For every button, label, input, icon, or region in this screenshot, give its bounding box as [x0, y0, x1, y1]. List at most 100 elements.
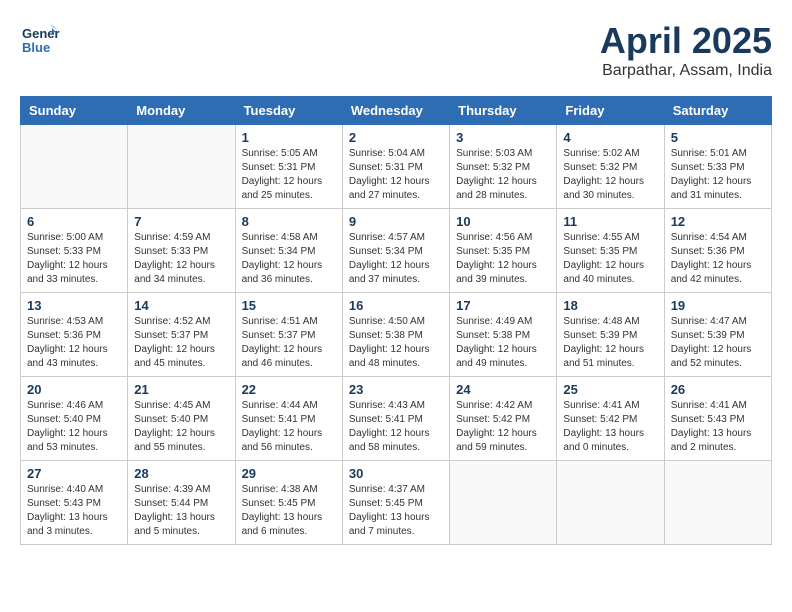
day-info: Sunrise: 4:49 AMSunset: 5:38 PMDaylight:…: [456, 315, 550, 371]
day-info: Sunrise: 4:54 AMSunset: 5:36 PMDaylight:…: [671, 231, 765, 287]
calendar-header-cell: Monday: [128, 97, 235, 125]
day-number: 14: [134, 298, 228, 313]
calendar-day-cell: 9Sunrise: 4:57 AMSunset: 5:34 PMDaylight…: [342, 209, 449, 293]
day-info: Sunrise: 4:51 AMSunset: 5:37 PMDaylight:…: [242, 315, 336, 371]
day-number: 4: [563, 130, 657, 145]
calendar-day-cell: 5 Sunrise: 5:01 AMSunset: 5:33 PMDaylight…: [664, 125, 771, 209]
calendar-day-cell: 12Sunrise: 4:54 AMSunset: 5:36 PMDayligh…: [664, 209, 771, 293]
day-number: 1: [242, 130, 336, 145]
calendar-day-cell: 25Sunrise: 4:41 AMSunset: 5:42 PMDayligh…: [557, 377, 664, 461]
calendar-day-cell: 26 Sunrise: 4:41 AMSunset: 5:43 PMDayligh…: [664, 377, 771, 461]
calendar-header-cell: Friday: [557, 97, 664, 125]
day-number: 27: [27, 466, 121, 481]
calendar-day-cell: 20 Sunrise: 4:46 AMSunset: 5:40 PMDayligh…: [21, 377, 128, 461]
day-number: 30: [349, 466, 443, 481]
calendar-week-row: 6 Sunrise: 5:00 AMSunset: 5:33 PMDaylight…: [21, 209, 772, 293]
calendar-day-cell: 17 Sunrise: 4:49 AMSunset: 5:38 PMDayligh…: [450, 293, 557, 377]
day-number: 10: [456, 214, 550, 229]
calendar-day-cell: [128, 125, 235, 209]
calendar-header-cell: Tuesday: [235, 97, 342, 125]
day-number: 24: [456, 382, 550, 397]
calendar-day-cell: 13Sunrise: 4:53 AMSunset: 5:36 PMDayligh…: [21, 293, 128, 377]
day-info: Sunrise: 4:50 AMSunset: 5:38 PMDaylight:…: [349, 315, 443, 371]
calendar-day-cell: 11 Sunrise: 4:55 AMSunset: 5:35 PMDayligh…: [557, 209, 664, 293]
day-number: 16: [349, 298, 443, 313]
calendar-day-cell: 1 Sunrise: 5:05 AMSunset: 5:31 PMDaylight…: [235, 125, 342, 209]
calendar-header-cell: Wednesday: [342, 97, 449, 125]
day-info: Sunrise: 5:03 AMSunset: 5:32 PMDaylight:…: [456, 147, 550, 203]
calendar-header-cell: Saturday: [664, 97, 771, 125]
calendar-day-cell: [557, 461, 664, 545]
calendar-day-cell: 23 Sunrise: 4:43 AMSunset: 5:41 PMDayligh…: [342, 377, 449, 461]
day-number: 19: [671, 298, 765, 313]
day-info: Sunrise: 4:58 AMSunset: 5:34 PMDaylight:…: [242, 231, 336, 287]
calendar-day-cell: 22Sunrise: 4:44 AMSunset: 5:41 PMDayligh…: [235, 377, 342, 461]
title-area: April 2025 Barpathar, Assam, India: [600, 20, 772, 80]
calendar-day-cell: 4 Sunrise: 5:02 AMSunset: 5:32 PMDaylight…: [557, 125, 664, 209]
calendar-day-cell: 30Sunrise: 4:37 AMSunset: 5:45 PMDayligh…: [342, 461, 449, 545]
day-info: Sunrise: 4:46 AMSunset: 5:40 PMDaylight:…: [27, 399, 121, 455]
svg-text:General: General: [22, 26, 60, 41]
day-info: Sunrise: 4:56 AMSunset: 5:35 PMDaylight:…: [456, 231, 550, 287]
logo: General Blue: [20, 20, 60, 60]
day-info: Sunrise: 4:44 AMSunset: 5:41 PMDaylight:…: [242, 399, 336, 455]
calendar-header-cell: Sunday: [21, 97, 128, 125]
calendar-day-cell: [21, 125, 128, 209]
calendar-week-row: 27 Sunrise: 4:40 AMSunset: 5:43 PMDayligh…: [21, 461, 772, 545]
logo-icon: General Blue: [20, 20, 60, 60]
calendar-day-cell: 29 Sunrise: 4:38 AMSunset: 5:45 PMDayligh…: [235, 461, 342, 545]
calendar-day-cell: 6 Sunrise: 5:00 AMSunset: 5:33 PMDaylight…: [21, 209, 128, 293]
day-number: 23: [349, 382, 443, 397]
day-info: Sunrise: 4:41 AMSunset: 5:42 PMDaylight:…: [563, 399, 657, 455]
day-number: 21: [134, 382, 228, 397]
day-number: 5: [671, 130, 765, 145]
day-info: Sunrise: 4:59 AMSunset: 5:33 PMDaylight:…: [134, 231, 228, 287]
day-number: 15: [242, 298, 336, 313]
day-number: 20: [27, 382, 121, 397]
calendar-body: 1 Sunrise: 5:05 AMSunset: 5:31 PMDaylight…: [21, 125, 772, 545]
calendar-week-row: 13Sunrise: 4:53 AMSunset: 5:36 PMDayligh…: [21, 293, 772, 377]
calendar-day-cell: [664, 461, 771, 545]
day-number: 3: [456, 130, 550, 145]
calendar-day-cell: 14Sunrise: 4:52 AMSunset: 5:37 PMDayligh…: [128, 293, 235, 377]
day-info: Sunrise: 4:38 AMSunset: 5:45 PMDaylight:…: [242, 483, 336, 539]
location: Barpathar, Assam, India: [600, 62, 772, 80]
calendar-week-row: 1 Sunrise: 5:05 AMSunset: 5:31 PMDaylight…: [21, 125, 772, 209]
calendar-day-cell: 21 Sunrise: 4:45 AMSunset: 5:40 PMDayligh…: [128, 377, 235, 461]
day-info: Sunrise: 4:45 AMSunset: 5:40 PMDaylight:…: [134, 399, 228, 455]
calendar-day-cell: 19 Sunrise: 4:47 AMSunset: 5:39 PMDayligh…: [664, 293, 771, 377]
day-number: 18: [563, 298, 657, 313]
calendar-day-cell: 24 Sunrise: 4:42 AMSunset: 5:42 PMDayligh…: [450, 377, 557, 461]
day-number: 29: [242, 466, 336, 481]
day-info: Sunrise: 4:40 AMSunset: 5:43 PMDaylight:…: [27, 483, 121, 539]
day-info: Sunrise: 4:48 AMSunset: 5:39 PMDaylight:…: [563, 315, 657, 371]
day-number: 11: [563, 214, 657, 229]
calendar-day-cell: 10 Sunrise: 4:56 AMSunset: 5:35 PMDayligh…: [450, 209, 557, 293]
day-number: 8: [242, 214, 336, 229]
calendar-day-cell: 16 Sunrise: 4:50 AMSunset: 5:38 PMDayligh…: [342, 293, 449, 377]
calendar-day-cell: 28Sunrise: 4:39 AMSunset: 5:44 PMDayligh…: [128, 461, 235, 545]
day-number: 28: [134, 466, 228, 481]
day-info: Sunrise: 5:02 AMSunset: 5:32 PMDaylight:…: [563, 147, 657, 203]
day-number: 7: [134, 214, 228, 229]
calendar-week-row: 20 Sunrise: 4:46 AMSunset: 5:40 PMDayligh…: [21, 377, 772, 461]
day-info: Sunrise: 5:01 AMSunset: 5:33 PMDaylight:…: [671, 147, 765, 203]
page-header: General Blue April 2025 Barpathar, Assam…: [20, 20, 772, 80]
day-info: Sunrise: 4:53 AMSunset: 5:36 PMDaylight:…: [27, 315, 121, 371]
calendar-day-cell: 2Sunrise: 5:04 AMSunset: 5:31 PMDaylight…: [342, 125, 449, 209]
calendar-day-cell: [450, 461, 557, 545]
day-info: Sunrise: 5:05 AMSunset: 5:31 PMDaylight:…: [242, 147, 336, 203]
day-info: Sunrise: 5:00 AMSunset: 5:33 PMDaylight:…: [27, 231, 121, 287]
day-info: Sunrise: 4:42 AMSunset: 5:42 PMDaylight:…: [456, 399, 550, 455]
day-info: Sunrise: 4:41 AMSunset: 5:43 PMDaylight:…: [671, 399, 765, 455]
calendar-table: SundayMondayTuesdayWednesdayThursdayFrid…: [20, 96, 772, 545]
day-info: Sunrise: 4:55 AMSunset: 5:35 PMDaylight:…: [563, 231, 657, 287]
day-number: 6: [27, 214, 121, 229]
day-info: Sunrise: 4:57 AMSunset: 5:34 PMDaylight:…: [349, 231, 443, 287]
calendar-day-cell: 18 Sunrise: 4:48 AMSunset: 5:39 PMDayligh…: [557, 293, 664, 377]
day-number: 17: [456, 298, 550, 313]
day-info: Sunrise: 4:47 AMSunset: 5:39 PMDaylight:…: [671, 315, 765, 371]
day-number: 26: [671, 382, 765, 397]
day-info: Sunrise: 5:04 AMSunset: 5:31 PMDaylight:…: [349, 147, 443, 203]
day-info: Sunrise: 4:43 AMSunset: 5:41 PMDaylight:…: [349, 399, 443, 455]
